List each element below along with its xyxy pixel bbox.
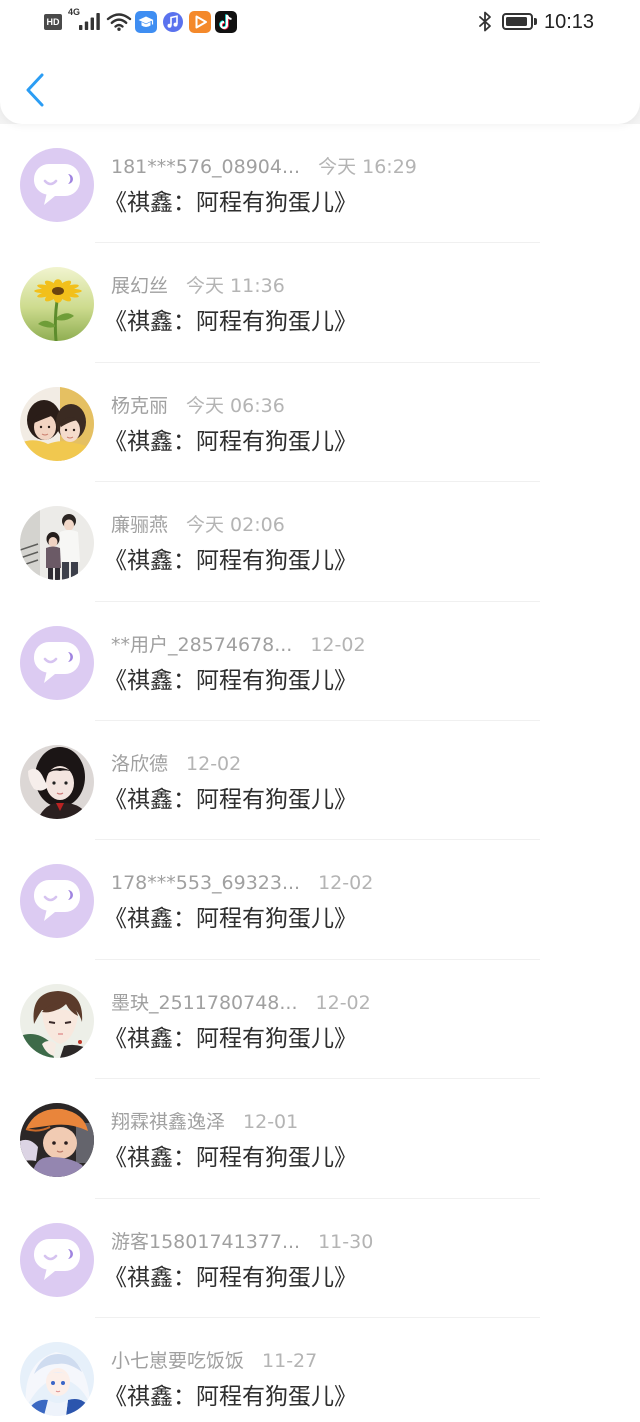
work-title: 《祺鑫：阿程有狗蛋儿》	[104, 428, 357, 455]
user-list: 181***576_08904... 今天 16:29 《祺鑫：阿程有狗蛋儿》 展…	[0, 124, 640, 1422]
meta-line: 展幻丝 今天 11:36	[111, 274, 285, 298]
user-avatar[interactable]	[20, 983, 94, 1058]
meta-line: 翔霖祺鑫逸泽 12-01	[111, 1110, 298, 1134]
username[interactable]: **用户_28574678...	[111, 634, 292, 656]
user-avatar[interactable]	[20, 506, 94, 581]
user-avatar[interactable]	[20, 267, 94, 342]
user-avatar[interactable]	[20, 386, 94, 461]
meta-line: 178***553_69323... 12-02	[111, 871, 373, 895]
list-item[interactable]: 杨克丽 今天 06:36 《祺鑫：阿程有狗蛋儿》	[0, 363, 640, 483]
meta-line: 廉骊燕 今天 02:06	[111, 513, 285, 537]
timestamp: 今天 11:36	[186, 275, 285, 298]
timestamp: 11-30	[318, 1230, 374, 1253]
avatar-image	[20, 744, 94, 819]
username[interactable]: 洛欣德	[111, 753, 168, 775]
user-avatar[interactable]	[20, 744, 94, 819]
meta-line: 小七崽要吃饭饭 11-27	[111, 1349, 317, 1373]
list-item[interactable]: 181***576_08904... 今天 16:29 《祺鑫：阿程有狗蛋儿》	[0, 124, 640, 244]
chat-bubble-icon	[20, 864, 94, 939]
work-title: 《祺鑫：阿程有狗蛋儿》	[104, 548, 357, 575]
user-avatar[interactable]	[20, 1103, 94, 1178]
meta-line: 游客15801741377... 11-30	[111, 1230, 373, 1254]
battery-terminal	[534, 18, 537, 25]
hd-badge: HD	[44, 14, 62, 30]
avatar-image	[20, 267, 94, 342]
graduation-cap-app-icon	[135, 11, 157, 33]
list-item[interactable]: 游客15801741377... 11-30 《祺鑫：阿程有狗蛋儿》	[0, 1199, 640, 1318]
work-title: 《祺鑫：阿程有狗蛋儿》	[104, 1264, 357, 1291]
wifi-icon	[106, 13, 132, 31]
timestamp: 今天 06:36	[186, 394, 285, 417]
list-item[interactable]: 翔霖祺鑫逸泽 12-01 《祺鑫：阿程有狗蛋儿》	[0, 1079, 640, 1199]
avatar-image	[20, 1341, 94, 1416]
work-title: 《祺鑫：阿程有狗蛋儿》	[104, 190, 357, 216]
list-item[interactable]: 展幻丝 今天 11:36 《祺鑫：阿程有狗蛋儿》	[0, 243, 640, 363]
clock: 10:13	[544, 11, 595, 33]
username[interactable]: 翔霖祺鑫逸泽	[111, 1111, 225, 1133]
music-app-icon	[163, 12, 183, 32]
timestamp: 12-02	[315, 991, 371, 1014]
chat-bubble-icon	[20, 625, 94, 700]
timestamp: 12-02	[186, 752, 242, 775]
timestamp: 12-02	[310, 633, 366, 656]
work-title: 《祺鑫：阿程有狗蛋儿》	[104, 1383, 357, 1410]
meta-line: **用户_28574678... 12-02	[111, 633, 366, 657]
work-title: 《祺鑫：阿程有狗蛋儿》	[104, 1145, 357, 1172]
list-item[interactable]: 178***553_69323... 12-02 《祺鑫：阿程有狗蛋儿》	[0, 840, 640, 960]
list-item[interactable]: 小七崽要吃饭饭 11-27 《祺鑫：阿程有狗蛋儿》	[0, 1318, 640, 1422]
back-button[interactable]	[20, 70, 50, 110]
bluetooth-icon	[479, 11, 491, 32]
username[interactable]: 游客15801741377...	[111, 1231, 300, 1253]
default-avatar-icon[interactable]	[20, 1222, 94, 1297]
list-item[interactable]: 廉骊燕 今天 02:06 《祺鑫：阿程有狗蛋儿》	[0, 482, 640, 602]
meta-line: 墨玦_2511780748... 12-02	[111, 991, 371, 1015]
timestamp: 12-02	[318, 872, 374, 895]
battery-level	[506, 17, 527, 26]
username[interactable]: 181***576_08904...	[111, 156, 300, 178]
avatar-image	[20, 386, 94, 461]
list-item[interactable]: **用户_28574678... 12-02 《祺鑫：阿程有狗蛋儿》	[0, 602, 640, 721]
top-bar: HD 4G 10:13	[0, 0, 640, 124]
signal-icon	[79, 13, 100, 30]
play-app-icon	[189, 11, 211, 33]
work-title: 《祺鑫：阿程有狗蛋儿》	[104, 786, 357, 813]
work-title: 《祺鑫：阿程有狗蛋儿》	[104, 906, 357, 933]
avatar-image	[20, 1103, 94, 1178]
timestamp: 今天 02:06	[186, 514, 285, 537]
timestamp: 11-27	[262, 1349, 318, 1372]
list-item[interactable]: 墨玦_2511780748... 12-02 《祺鑫：阿程有狗蛋儿》	[0, 960, 640, 1080]
username[interactable]: 杨克丽	[111, 395, 168, 417]
user-avatar[interactable]	[20, 1341, 94, 1416]
default-avatar-icon[interactable]	[20, 625, 94, 700]
work-title: 《祺鑫：阿程有狗蛋儿》	[104, 1025, 357, 1052]
work-title: 《祺鑫：阿程有狗蛋儿》	[104, 667, 357, 694]
timestamp: 12-01	[243, 1111, 299, 1134]
avatar-image	[20, 506, 94, 581]
username[interactable]: 178***553_69323...	[111, 872, 300, 894]
avatar-image	[20, 983, 94, 1058]
username[interactable]: 墨玦_2511780748...	[111, 992, 298, 1014]
default-avatar-icon[interactable]	[20, 864, 94, 939]
default-avatar-icon[interactable]	[20, 148, 94, 222]
work-title: 《祺鑫：阿程有狗蛋儿》	[104, 309, 357, 336]
username[interactable]: 展幻丝	[111, 275, 168, 297]
meta-line: 181***576_08904... 今天 16:29	[111, 155, 417, 179]
meta-line: 杨克丽 今天 06:36	[111, 394, 285, 418]
battery-icon	[502, 13, 533, 30]
list-item[interactable]: 洛欣德 12-02 《祺鑫：阿程有狗蛋儿》	[0, 721, 640, 841]
timestamp: 今天 16:29	[318, 156, 417, 178]
chat-bubble-icon	[20, 148, 94, 222]
chevron-left-icon	[26, 73, 44, 107]
meta-line: 洛欣德 12-02	[111, 752, 241, 776]
username[interactable]: 小七崽要吃饭饭	[111, 1350, 244, 1372]
username[interactable]: 廉骊燕	[111, 514, 168, 536]
tiktok-app-icon	[215, 11, 237, 33]
chat-bubble-icon	[20, 1222, 94, 1297]
